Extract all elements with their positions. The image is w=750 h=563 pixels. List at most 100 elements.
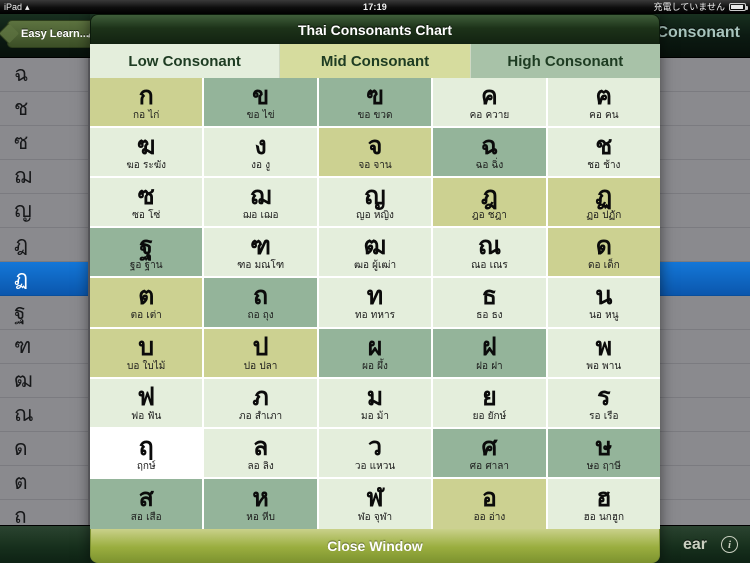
- consonant-cell[interactable]: ซซอ โซ่: [90, 178, 205, 229]
- consonant-character: ญ: [364, 181, 386, 211]
- consonant-cell[interactable]: ฅคอ คน: [547, 78, 661, 129]
- consonant-cell[interactable]: ฐฐอ ฐาน: [90, 228, 205, 279]
- consonant-cell[interactable]: ภภอ สำเภา: [204, 378, 319, 429]
- consonant-cell[interactable]: ฃขอ ขวด: [318, 78, 434, 129]
- consonant-cell[interactable]: ขขอ ไข่: [204, 78, 319, 129]
- consonant-name: ลอ ลิง: [247, 460, 274, 472]
- consonant-cell[interactable]: รรอ เรือ: [547, 378, 661, 429]
- consonant-cell[interactable]: จจอ จาน: [318, 128, 434, 179]
- consonant-row: กกอ ไก่ขขอ ไข่ฃขอ ขวดคคอ ควายฅคอ คน: [90, 78, 661, 129]
- consonant-cell[interactable]: ยยอ ยักษ์: [433, 378, 548, 429]
- consonant-name: ฤกษ์: [136, 460, 156, 472]
- consonant-cell[interactable]: ลลอ ลิง: [204, 428, 319, 479]
- consonant-character: ซ: [137, 181, 155, 211]
- consonant-name: วอ แหวน: [354, 460, 396, 472]
- consonant-cell[interactable]: ตตอ เต่า: [90, 278, 205, 329]
- consonant-character: ห: [252, 482, 269, 512]
- status-right: 充電していません: [653, 0, 748, 14]
- consonant-name: ฉอ ฉิ่ง: [475, 160, 504, 172]
- consonant-cell[interactable]: ฬฬอ จุฬา: [318, 478, 434, 529]
- list-item-label: ฌ: [14, 164, 32, 188]
- consonant-cell[interactable]: ณณอ เณร: [433, 228, 548, 279]
- consonant-character: ฏ: [595, 181, 613, 211]
- consonant-name: ชอ ช้าง: [587, 160, 621, 172]
- consonant-row: ฟฟอ ฟันภภอ สำเภามมอ ม้ายยอ ยักษ์รรอ เรือ: [90, 378, 661, 429]
- tab-high-consonant[interactable]: High Consonant: [470, 44, 660, 78]
- consonant-cell[interactable]: ฉฉอ ฉิ่ง: [433, 128, 548, 179]
- consonant-name: สอ เสือ: [130, 511, 162, 523]
- consonant-name: ฎอ ชฎา: [471, 210, 507, 222]
- consonant-character: ฟ: [137, 381, 156, 411]
- consonant-character: ศ: [481, 431, 498, 461]
- consonant-name: ฮอ นกฮูก: [583, 511, 624, 523]
- consonant-cell[interactable]: ดดอ เด็ก: [547, 228, 661, 279]
- consonant-character: ล: [252, 431, 269, 461]
- ios-status-bar: iPad ▴ 17:19 充電していません: [0, 0, 750, 14]
- consonant-name: จอ จาน: [358, 160, 392, 172]
- consonant-cell[interactable]: ฮฮอ นกฮูก: [547, 478, 661, 529]
- consonant-cell[interactable]: ฎฎอ ชฎา: [433, 178, 548, 229]
- tab-low-consonant[interactable]: Low Consonant: [90, 44, 281, 78]
- consonant-name: ฟอ ฟัน: [131, 410, 162, 422]
- consonant-class-tabs[interactable]: Low Consonant Mid Consonant High Consonant: [90, 44, 660, 78]
- list-item-label: ต: [14, 470, 28, 494]
- consonant-cell[interactable]: ฑฑอ มณโฑ: [204, 228, 319, 279]
- consonant-character: ฌ: [249, 181, 272, 211]
- consonant-cell[interactable]: บบอ ใบไม้: [90, 328, 205, 379]
- consonant-name: หอ หีบ: [246, 511, 275, 523]
- consonant-cell[interactable]: ฌฌอ เฌอ: [204, 178, 319, 229]
- info-icon[interactable]: i: [721, 536, 738, 553]
- consonant-cell[interactable]: ถถอ ถุง: [204, 278, 319, 329]
- consonant-name: ภอ สำเภา: [239, 410, 283, 422]
- consonant-cell[interactable]: สสอ เสือ: [90, 478, 205, 529]
- consonant-row: บบอ ใบไม้ปปอ ปลาผผอ ผึ้งฝฝอ ฝาพพอ พาน: [90, 328, 661, 379]
- consonant-cell[interactable]: มมอ ม้า: [318, 378, 434, 429]
- consonant-cell[interactable]: ววอ แหวน: [318, 428, 434, 479]
- consonant-character: ฆ: [136, 131, 156, 161]
- tab-mid-consonant[interactable]: Mid Consonant: [280, 44, 471, 78]
- consonant-cell[interactable]: ผผอ ผึ้ง: [318, 328, 434, 379]
- consonant-cell[interactable]: ญญอ หญิง: [318, 178, 434, 229]
- consonants-grid[interactable]: กกอ ไก่ขขอ ไข่ฃขอ ขวดคคอ ควายฅคอ คนฆฆอ ร…: [90, 78, 661, 529]
- list-item-label: ฐ: [14, 300, 26, 324]
- consonant-cell[interactable]: คคอ ควาย: [433, 78, 548, 129]
- consonant-row: ตตอ เต่าถถอ ถุงททอ ทหารธธอ ธงนนอ หนู: [90, 278, 661, 329]
- back-button[interactable]: Easy Learn...: [7, 20, 99, 48]
- consonant-name: ออ อ่าง: [473, 511, 506, 523]
- consonant-cell[interactable]: ฟฟอ ฟัน: [90, 378, 205, 429]
- consonant-name: ฒอ ผู้เฒ่า: [353, 260, 397, 272]
- consonant-cell[interactable]: อออ อ่าง: [433, 478, 548, 529]
- consonant-cell[interactable]: ศศอ ศาลา: [433, 428, 548, 479]
- modal-title: Thai Consonants Chart: [90, 14, 660, 44]
- consonant-cell[interactable]: นนอ หนู: [547, 278, 661, 329]
- consonant-character: ณ: [477, 231, 502, 261]
- consonant-row: ซซอ โซ่ฌฌอ เฌอญญอ หญิงฎฎอ ชฎาฏฏอ ปฏัก: [90, 178, 661, 229]
- consonant-cell[interactable]: ชชอ ช้าง: [547, 128, 661, 179]
- consonant-name: ฬอ จุฬา: [357, 511, 393, 523]
- consonant-character: ถ: [253, 281, 269, 311]
- toolbar-label: ear: [682, 535, 707, 553]
- consonant-cell[interactable]: ฏฏอ ปฏัก: [547, 178, 661, 229]
- consonant-character: พ: [595, 331, 613, 361]
- consonant-cell[interactable]: ธธอ ธง: [433, 278, 548, 329]
- consonant-name: ถอ ถุง: [247, 310, 274, 322]
- consonant-character: ฎ: [481, 181, 498, 211]
- consonant-character: ว: [367, 431, 383, 461]
- battery-label: 充電していません: [653, 2, 725, 12]
- close-window-button[interactable]: Close Window: [90, 529, 660, 563]
- consonant-cell[interactable]: ฒฒอ ผู้เฒ่า: [318, 228, 434, 279]
- consonant-cell[interactable]: ฤฤกษ์: [90, 428, 205, 479]
- consonant-cell[interactable]: ษษอ ฤาษี: [547, 428, 661, 479]
- consonant-cell[interactable]: หหอ หีบ: [204, 478, 319, 529]
- consonant-cell[interactable]: กกอ ไก่: [90, 78, 205, 129]
- consonant-name: นอ หนู: [589, 310, 619, 322]
- consonant-cell[interactable]: พพอ พาน: [547, 328, 661, 379]
- consonant-name: ฐอ ฐาน: [129, 260, 163, 272]
- consonant-cell[interactable]: ททอ ทหาร: [318, 278, 434, 329]
- consonant-cell[interactable]: ปปอ ปลา: [204, 328, 319, 379]
- consonant-cell[interactable]: ฝฝอ ฝา: [433, 328, 548, 379]
- consonant-cell[interactable]: ฆฆอ ระฆัง: [90, 128, 205, 179]
- consonant-cell[interactable]: งงอ งู: [204, 128, 319, 179]
- consonant-name: ศอ ศาลา: [469, 460, 510, 472]
- consonant-name: ฝอ ฝา: [476, 360, 503, 372]
